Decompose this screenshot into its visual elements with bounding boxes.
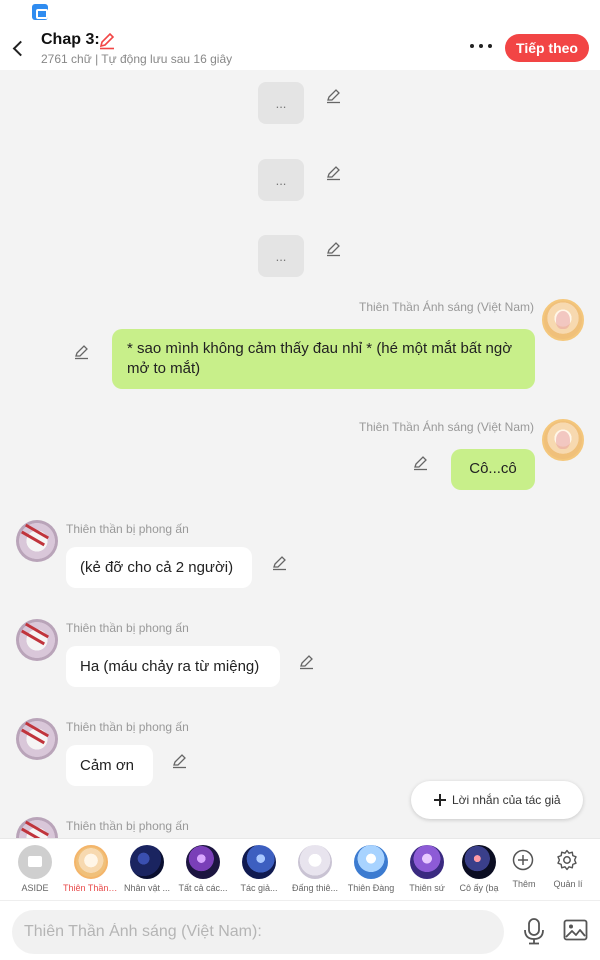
character-label: Nhân vật ... [123, 883, 171, 893]
sender-name: Thiên thần bị phong ấn [66, 720, 189, 734]
angel-avatar [74, 845, 108, 879]
avatar[interactable] [542, 299, 584, 341]
character-angel-light[interactable]: Thiên Thần Ánh sáng (Việt Nam) [63, 843, 119, 899]
status-bar [0, 0, 600, 26]
message-bubble[interactable]: Ha (máu chảy ra từ miệng) [66, 646, 280, 687]
avatar[interactable] [542, 419, 584, 461]
avatar[interactable] [16, 718, 58, 760]
message-input[interactable] [12, 910, 504, 954]
word-count-autosave: 2761 chữ | Tự động lưu sau 16 giây [41, 52, 233, 66]
more-options-icon[interactable] [468, 38, 494, 52]
character-item[interactable]: Đấng thiê... [287, 843, 343, 899]
image-icon[interactable] [563, 919, 588, 941]
edit-pen-icon[interactable] [299, 654, 315, 670]
author-note-label: Lời nhắn của tác giả [452, 793, 561, 807]
settings-gear-icon [557, 849, 577, 871]
sender-name: Thiên Thần Ánh sáng (Việt Nam) [359, 300, 534, 314]
plus-icon [434, 794, 446, 806]
figure-avatar [298, 845, 332, 879]
sender-name: Thiên thần bị phong ấn [66, 621, 189, 635]
message-bubble[interactable]: Cô...cô [451, 449, 535, 490]
purple-sky-avatar [410, 845, 444, 879]
aside-icon [18, 845, 52, 879]
character-label: ASIDE [21, 883, 49, 893]
character-aside[interactable]: ASIDE [7, 843, 63, 899]
heaven-avatar [354, 845, 388, 879]
back-arrow-icon[interactable] [6, 32, 28, 62]
dark-galaxy-avatar [462, 845, 496, 879]
collapsed-message[interactable]: ... [258, 235, 304, 277]
author-note-button[interactable]: Lời nhắn của tác giả [411, 781, 583, 819]
microphone-icon[interactable] [522, 917, 546, 945]
chat-area[interactable]: ... ... ... Thiên Thần Ánh sáng (Việt Na… [0, 70, 600, 838]
next-button[interactable]: Tiếp theo [505, 34, 589, 62]
character-selector-bar: ASIDE Thiên Thần Ánh sáng (Việt Nam) Nhâ… [0, 838, 600, 900]
header: Chap 3: 2761 chữ | Tự động lưu sau 16 gi… [0, 26, 600, 70]
avatar[interactable] [16, 619, 58, 661]
character-label: Đấng thiê... [291, 883, 339, 893]
manage-characters-button[interactable]: Quản lí [540, 843, 596, 899]
edit-pen-icon[interactable] [272, 555, 288, 571]
edit-pen-icon[interactable] [326, 88, 342, 104]
space-avatar [242, 845, 276, 879]
character-label: Tất cả các... [178, 883, 228, 893]
message-bubble[interactable]: * sao mình không cảm thấy đau nhỉ * (hé … [112, 329, 535, 389]
galaxy-avatar [130, 845, 164, 879]
sender-name: Thiên thần bị phong ấn [66, 819, 189, 833]
edit-pen-icon[interactable] [172, 753, 188, 769]
character-label: Quản lí [553, 879, 583, 889]
edit-pen-icon[interactable] [413, 455, 429, 471]
character-item[interactable]: Thiên Đàng [343, 843, 399, 899]
sender-name: Thiên Thần Ánh sáng (Việt Nam) [359, 420, 534, 434]
character-item[interactable]: Thiên sứ [399, 843, 455, 899]
collapsed-message[interactable]: ... [258, 82, 304, 124]
sender-name: Thiên thần bị phong ấn [66, 522, 189, 536]
character-item[interactable]: Nhân vật ... [119, 843, 175, 899]
character-label: Tác giả... [240, 883, 278, 893]
collapsed-message[interactable]: ... [258, 159, 304, 201]
edit-pen-icon[interactable] [326, 241, 342, 257]
input-bar [0, 900, 600, 960]
character-label: Thiên Thần Ánh sáng (Việt Nam) [63, 883, 119, 893]
edit-pen-icon[interactable] [326, 165, 342, 181]
chapter-title: Chap 3: [41, 31, 100, 48]
character-item[interactable]: Tất cả các... [175, 843, 231, 899]
avatar[interactable] [16, 520, 58, 562]
pencil-edit-icon[interactable] [98, 32, 116, 50]
character-item[interactable]: Tác giả... [231, 843, 287, 899]
add-circle-icon [512, 849, 534, 871]
message-bubble[interactable]: Cảm ơn [66, 745, 153, 786]
message-bubble[interactable]: (kẻ đỡ cho cả 2 người) [66, 547, 252, 588]
avatar[interactable] [16, 817, 58, 838]
nebula-avatar [186, 845, 220, 879]
app-notification-icon [32, 4, 48, 20]
character-label: Thiên Đàng [347, 883, 395, 893]
character-label: Thiên sứ [409, 883, 445, 893]
edit-pen-icon[interactable] [74, 344, 90, 360]
